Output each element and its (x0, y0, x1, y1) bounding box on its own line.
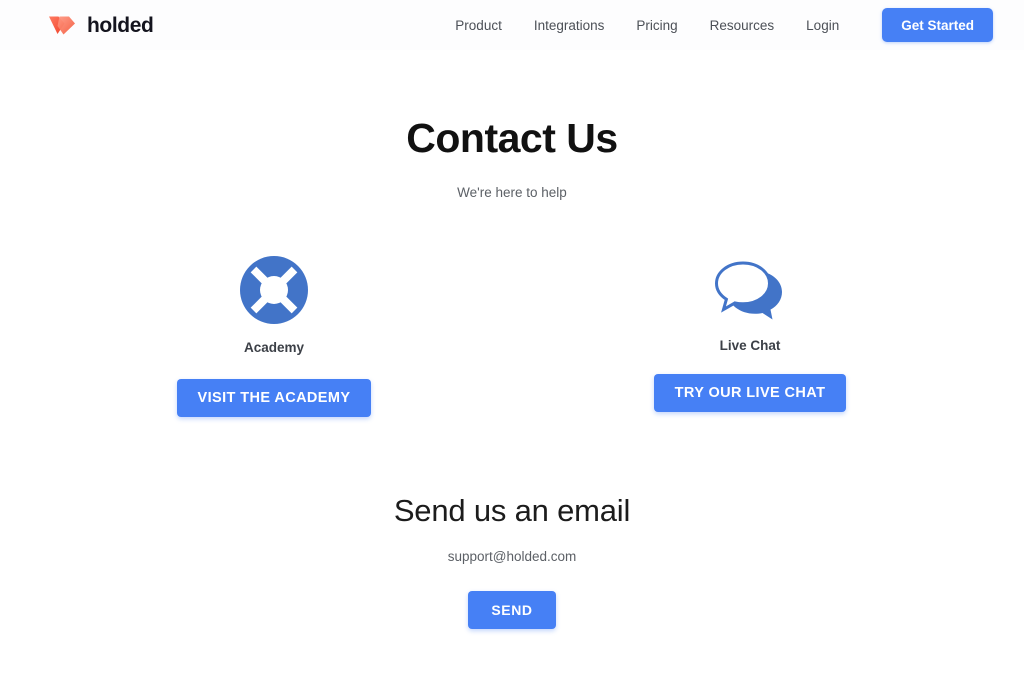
nav-item-integrations[interactable]: Integrations (518, 12, 621, 39)
page-title: Contact Us (406, 115, 618, 161)
brand-name: holded (87, 13, 154, 37)
nav-item-login[interactable]: Login (790, 12, 855, 39)
hero-section: Contact Us We're here to help (0, 50, 1024, 200)
contact-channels: Academy VISIT THE ACADEMY Live Chat TRY … (0, 255, 1024, 418)
send-button[interactable]: SEND (468, 591, 556, 630)
page-subtitle: We're here to help (457, 185, 567, 201)
main-navigation: Product Integrations Pricing Resources L… (439, 8, 993, 42)
try-our-live-chat-button[interactable]: TRY OUR LIVE CHAT (653, 374, 847, 413)
speech-bubbles-icon (714, 255, 786, 330)
channel-label-live-chat: Live Chat (719, 338, 781, 354)
get-started-button[interactable]: Get Started (882, 8, 993, 42)
support-email-link[interactable]: support@holded.com (448, 549, 577, 564)
visit-the-academy-button[interactable]: VISIT THE ACADEMY (176, 379, 372, 418)
site-header: holded Product Integrations Pricing Reso… (0, 0, 1024, 50)
nav-item-pricing[interactable]: Pricing (620, 12, 693, 39)
lifebuoy-icon (239, 255, 309, 330)
channel-academy: Academy VISIT THE ACADEMY (36, 255, 512, 418)
nav-item-resources[interactable]: Resources (694, 12, 791, 39)
channel-live-chat: Live Chat TRY OUR LIVE CHAT (512, 255, 988, 413)
nav-item-product[interactable]: Product (439, 12, 518, 39)
channel-label-academy: Academy (243, 340, 305, 356)
email-section: Send us an email support@holded.com SEND (0, 493, 1024, 630)
brand-logo-link[interactable]: holded (48, 13, 154, 37)
email-section-title: Send us an email (393, 493, 631, 529)
holded-diamond-logo-icon (48, 13, 78, 37)
